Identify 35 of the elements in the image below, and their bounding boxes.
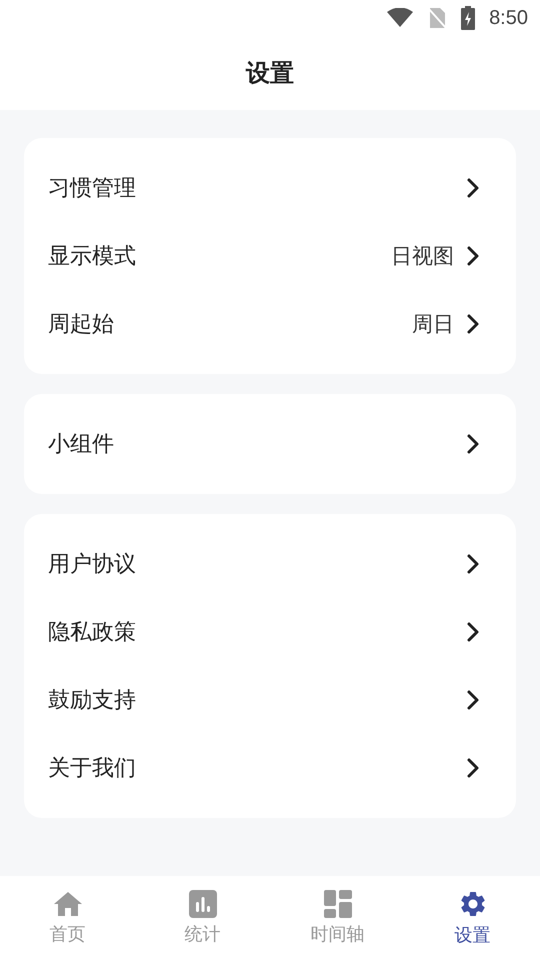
row-label: 关于我们 <box>48 755 137 783</box>
tab-item[interactable]: 设置 <box>405 876 540 960</box>
settings-row[interactable]: 关于我们 <box>24 734 516 802</box>
row-label: 用户协议 <box>48 551 137 579</box>
chevron-right-icon <box>466 177 480 199</box>
page-title: 设置 <box>244 58 295 89</box>
row-label: 隐私政策 <box>48 619 137 647</box>
settings-row[interactable]: 鼓励支持 <box>24 666 516 734</box>
settings-row[interactable]: 周起始 周日 <box>24 290 516 358</box>
bar-chart-icon <box>188 890 216 918</box>
chevron-right-icon <box>466 433 480 455</box>
status-time: 8:50 <box>489 6 528 30</box>
row-label: 小组件 <box>48 431 115 459</box>
chevron-right-icon <box>466 553 480 575</box>
row-label: 鼓励支持 <box>48 687 137 715</box>
row-value: 日视图 <box>391 243 454 270</box>
dashboard-icon <box>324 890 352 918</box>
chevron-right-icon <box>466 313 480 335</box>
row-label: 显示模式 <box>48 243 137 271</box>
chevron-right-icon <box>466 621 480 643</box>
settings-row[interactable]: 隐私政策 <box>24 598 516 666</box>
no-sim-icon <box>427 7 448 29</box>
chevron-right-icon <box>466 245 480 267</box>
chevron-right-icon <box>466 689 480 711</box>
settings-row[interactable]: 习惯管理 <box>24 154 516 222</box>
settings-row[interactable]: 显示模式 日视图 <box>24 222 516 290</box>
chevron-right-icon <box>466 757 480 779</box>
row-label: 周起始 <box>48 311 115 339</box>
row-value: 周日 <box>412 311 454 338</box>
home-icon <box>52 890 82 918</box>
settings-row[interactable]: 用户协议 <box>24 530 516 598</box>
wifi-icon <box>387 8 414 28</box>
settings-row[interactable]: 小组件 <box>24 410 516 478</box>
battery-charging-icon <box>461 6 476 30</box>
row-label: 习惯管理 <box>48 175 137 203</box>
